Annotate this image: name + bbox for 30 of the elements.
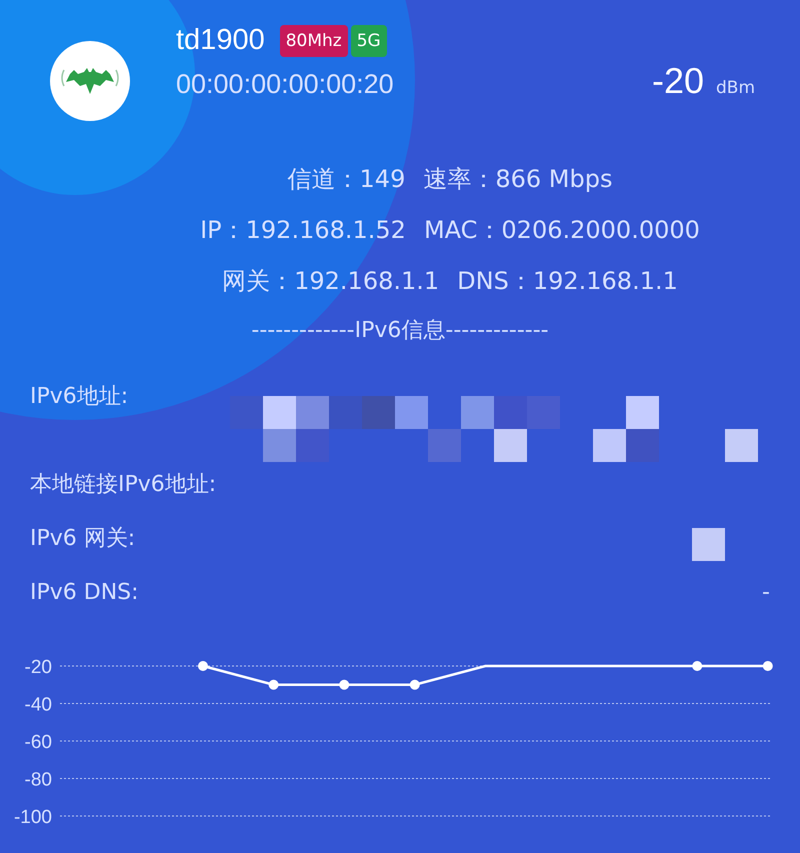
data-point xyxy=(198,661,208,671)
data-point xyxy=(268,680,279,690)
signal-value: -20 xyxy=(652,60,704,102)
info-text: 网关：192.168.1.1 xyxy=(222,266,440,297)
axis-tick-label: -20 xyxy=(24,657,52,678)
info-text: IP：192.168.1.52 xyxy=(200,215,406,246)
info-text: DNS：192.168.1.1 xyxy=(457,266,678,297)
signal-unit: dBm xyxy=(716,78,755,98)
data-point xyxy=(692,661,702,671)
field-label: IPv6地址: xyxy=(30,383,128,411)
section-heading: -------------IPv6信息------------- xyxy=(250,317,550,345)
data-point xyxy=(339,680,350,690)
axis-tick-label: -60 xyxy=(24,732,52,753)
mac-address: 00:00:00:00:00:20 xyxy=(176,69,394,100)
info-text: MAC：0206.2000.0000 xyxy=(424,215,700,246)
axis-tick-label: -80 xyxy=(24,770,52,790)
data-point xyxy=(410,680,420,690)
data-point xyxy=(762,661,773,671)
axis-tick-label: -40 xyxy=(24,694,52,716)
info-text: 信道：149 xyxy=(288,164,406,195)
field-label: 本地链接IPv6地址: xyxy=(30,471,216,499)
field-label: IPv6 网关: xyxy=(30,525,136,553)
pixel-mosaic-drawing xyxy=(692,528,725,561)
badge: 80Mhz xyxy=(280,24,348,56)
badge: 5G xyxy=(350,24,387,56)
axis-tick-label: -100 xyxy=(14,807,52,828)
field-value: - xyxy=(762,580,770,604)
field-label: IPv6 DNS: xyxy=(30,580,139,604)
info-text: 速率：866 Mbps xyxy=(423,164,612,195)
network-name: td1900 xyxy=(176,24,265,57)
